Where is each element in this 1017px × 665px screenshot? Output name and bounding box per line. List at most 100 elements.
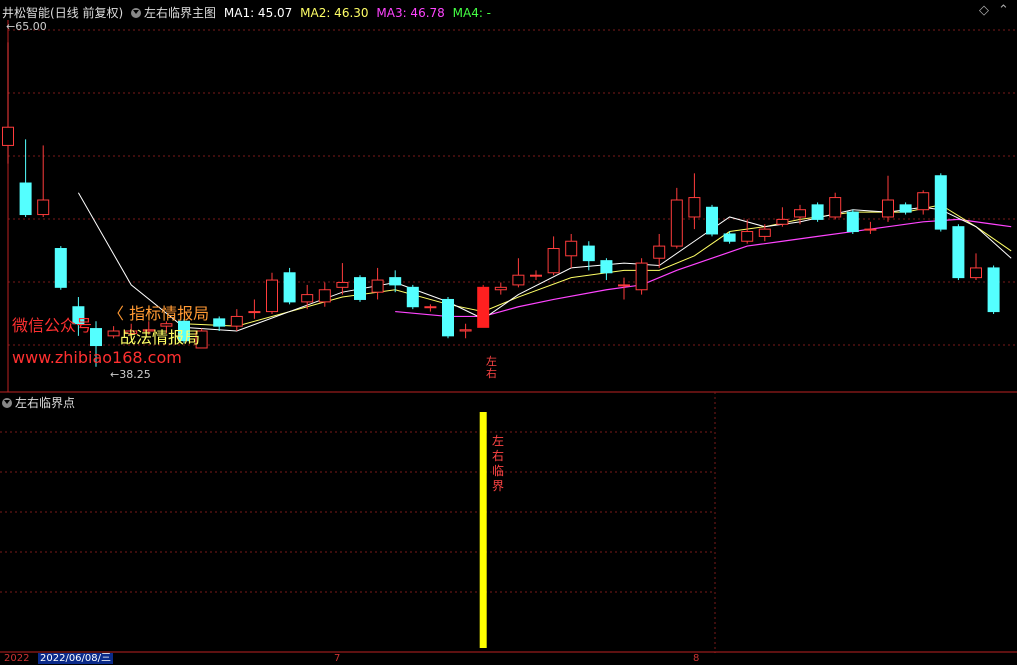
- candle-body: [90, 328, 102, 347]
- candle: [635, 258, 648, 295]
- candle: [970, 253, 982, 281]
- candle-body: [459, 329, 472, 332]
- candle: [2, 42, 14, 164]
- candle-body: [934, 175, 947, 230]
- candle: [266, 272, 278, 315]
- cursor-date: 2022/06/08/三: [38, 653, 114, 664]
- candle: [406, 284, 419, 310]
- candle: [670, 187, 683, 249]
- candle-body: [107, 330, 120, 337]
- candle: [248, 299, 261, 319]
- candle: [459, 323, 472, 339]
- month-tick-7: 7: [334, 653, 341, 664]
- candle-body: [741, 231, 754, 242]
- ma2-value: MA2: 46.30: [300, 6, 369, 20]
- subpanel-header: 左右临界点: [2, 394, 75, 411]
- candle: [336, 263, 349, 295]
- candle-body: [618, 284, 630, 287]
- candle-body: [565, 240, 578, 257]
- candle-body: [794, 209, 806, 218]
- candle-body: [406, 286, 419, 308]
- candle-body: [283, 272, 296, 303]
- dropdown-icon[interactable]: [131, 8, 142, 18]
- diamond-icon[interactable]: ◇: [979, 3, 989, 18]
- candle: [442, 297, 454, 339]
- watermark-url: www.zhibiao168.com: [12, 348, 182, 367]
- candle-body: [37, 199, 50, 216]
- candle-body: [706, 206, 718, 235]
- date-axis-start: 2022: [4, 653, 30, 664]
- candle: [389, 270, 402, 293]
- candle: [776, 207, 789, 227]
- candle-body: [776, 218, 789, 225]
- candle-body: [54, 248, 67, 288]
- period-label: (日线 前复权): [50, 6, 124, 20]
- candle: [230, 309, 243, 331]
- candle-body: [723, 233, 736, 242]
- candle-body: [512, 274, 525, 286]
- chart-header: 井松智能(日线 前复权) 左右临界主图 MA1: 45.07 MA2: 46.3…: [2, 4, 491, 21]
- min-price-label: ←38.25: [110, 368, 151, 381]
- candle: [547, 236, 560, 276]
- subpanel-dropdown-icon[interactable]: [2, 398, 12, 408]
- candle: [917, 190, 930, 215]
- candle-body: [864, 228, 877, 231]
- candle-body: [688, 197, 701, 218]
- candle: [987, 265, 1000, 315]
- candle: [600, 258, 613, 281]
- candle: [565, 233, 578, 268]
- ma3-value: MA3: 46.78: [376, 6, 445, 20]
- candle-body: [547, 248, 560, 274]
- candle-body: [442, 298, 454, 337]
- candle: [54, 246, 67, 290]
- candle: [213, 316, 226, 331]
- candle: [829, 192, 842, 220]
- candle-body: [424, 306, 437, 309]
- month-tick-8: 8: [693, 653, 700, 664]
- candle-body: [670, 199, 683, 247]
- candle-body: [987, 267, 1000, 313]
- candle-body: [248, 311, 261, 314]
- candle-body: [952, 226, 965, 279]
- expand-icon[interactable]: ⌃: [998, 3, 1009, 18]
- indicator-name[interactable]: 左右临界主图: [144, 6, 216, 20]
- candle-body: [301, 294, 314, 303]
- candle-body: [917, 192, 930, 211]
- moving-averages: [77, 192, 1012, 332]
- candle: [723, 231, 736, 244]
- signal-bar: [479, 412, 487, 648]
- candle: [811, 202, 824, 222]
- candle-body: [758, 228, 771, 237]
- candle: [530, 270, 542, 281]
- candle: [477, 284, 490, 328]
- candle: [899, 202, 912, 215]
- candle: [512, 258, 525, 288]
- date-axis: [0, 653, 1017, 665]
- subpanel-title[interactable]: 左右临界点: [15, 396, 75, 410]
- candle: [494, 282, 507, 295]
- candle-body: [2, 126, 14, 146]
- candle-body: [230, 315, 243, 327]
- candle-body: [829, 197, 842, 218]
- candle: [934, 173, 947, 232]
- ma4-value: MA4: -: [452, 6, 492, 20]
- candle-body: [371, 279, 384, 293]
- candle-body: [266, 279, 278, 313]
- watermark-wechat: 微信公众号: [12, 316, 93, 335]
- candle: [864, 221, 877, 234]
- candle: [882, 175, 894, 222]
- ma1-value: MA1: 45.07: [223, 6, 293, 20]
- candle: [19, 139, 32, 217]
- candle: [688, 173, 701, 230]
- max-price-label: ←65.00: [6, 20, 47, 33]
- candle-body: [882, 199, 894, 218]
- candle-body: [899, 204, 912, 213]
- candle-body: [389, 277, 402, 286]
- candle: [371, 267, 384, 300]
- candle: [952, 224, 965, 281]
- candle-body: [336, 281, 349, 288]
- signal-label-sub: 左右临界: [492, 434, 505, 493]
- candle: [283, 267, 296, 305]
- watermark-brand-1: 〈 指标情报局: [108, 304, 210, 323]
- signal-label-main: 左右: [486, 355, 497, 380]
